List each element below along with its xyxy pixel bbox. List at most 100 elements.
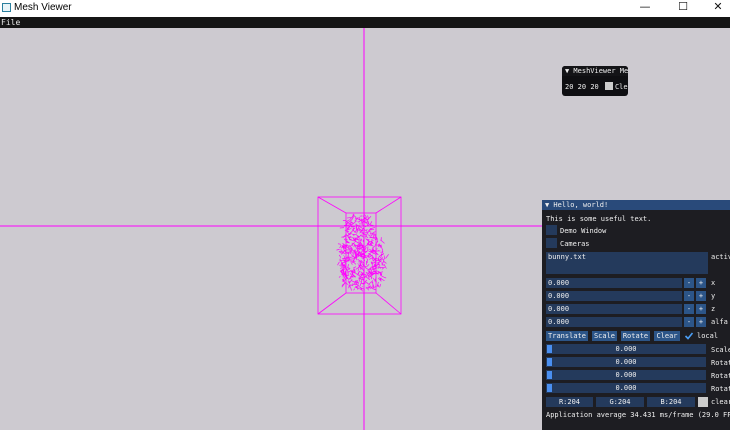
z-label: z [711, 305, 716, 313]
x-input[interactable]: 0.000 [546, 278, 682, 288]
mesh-edge [378, 243, 380, 247]
mesh-edge [380, 245, 383, 250]
scale-slider-label: Scale [711, 346, 730, 354]
menu-bar: File [0, 17, 730, 28]
mesh-edge [360, 271, 363, 274]
mesh-edge [348, 267, 350, 269]
mesh-edge [357, 288, 360, 290]
mesh-edge [377, 266, 381, 268]
color-g-value[interactable]: 20 [578, 83, 586, 91]
close-button[interactable]: ✕ [701, 0, 730, 16]
mesh-edge [352, 261, 357, 265]
alfa-minus-button[interactable]: - [684, 317, 694, 327]
mesh-edge [346, 217, 352, 219]
mesh-edge [360, 238, 362, 242]
rotate-slider-3-label: Rotat [711, 385, 730, 393]
rotate-slider-1[interactable]: 0.000 [546, 357, 706, 367]
demo-window-checkbox[interactable] [546, 225, 557, 235]
y-minus-button[interactable]: - [684, 291, 694, 301]
mesh-edge [368, 234, 371, 237]
window-title: Mesh Viewer [14, 2, 72, 13]
mesh-edge [343, 256, 345, 261]
z-input[interactable]: 0.000 [546, 304, 682, 314]
mesh-edge [372, 235, 375, 240]
x-label: x [711, 279, 716, 287]
mesh-edge [358, 219, 361, 223]
z-minus-button[interactable]: - [684, 304, 694, 314]
rotate-slider-3-value: 0.000 [615, 384, 637, 392]
mesh-edge [339, 244, 342, 249]
mesh-edge [380, 270, 383, 276]
mesh-edge [385, 254, 389, 259]
translate-button[interactable]: Translate [546, 331, 588, 341]
mesh-edge [353, 288, 355, 291]
hello-world-panel: ▼ Hello, world! This is some useful text… [542, 200, 730, 430]
scale-button[interactable]: Scale [592, 331, 617, 341]
mesh-edge [350, 280, 355, 283]
clear-label: Clea [614, 83, 628, 91]
hello-world-panel-title[interactable]: ▼ Hello, world! [542, 200, 730, 210]
color-swatch[interactable] [604, 82, 613, 90]
y-plus-button[interactable]: + [696, 291, 706, 301]
z-plus-button[interactable]: + [696, 304, 706, 314]
rotate-slider-1-label: Rotat [711, 359, 730, 367]
y-label: y [711, 292, 716, 300]
minimize-button[interactable]: — [628, 0, 662, 16]
mesh-edge [369, 221, 373, 225]
file-input[interactable]: bunny.txt [546, 252, 708, 274]
mesh-edge [355, 223, 357, 228]
y-input[interactable]: 0.000 [546, 291, 682, 301]
menu-file[interactable]: File [1, 17, 20, 28]
clear-color-r[interactable]: R:204 [546, 397, 593, 407]
clear-color-row: 20 20 20 Clea [565, 82, 628, 91]
clear-color-swatch[interactable] [698, 397, 708, 407]
alfa-plus-button[interactable]: + [696, 317, 706, 327]
rotate-slider-1-value: 0.000 [615, 358, 637, 366]
mesh-edge [366, 216, 372, 221]
useful-text: This is some useful text. [546, 215, 652, 223]
x-minus-button[interactable]: - [684, 278, 694, 288]
mesh-edge [367, 215, 369, 219]
meshviewer-panel-title[interactable]: ▼ MeshViewer Me [562, 66, 628, 76]
rotate-slider-2-value: 0.000 [615, 371, 637, 379]
local-checkbox[interactable] [684, 331, 694, 341]
mesh-edge [371, 244, 374, 247]
mesh-edge [338, 276, 341, 278]
mesh-edge [368, 230, 372, 233]
cameras-label: Cameras [560, 240, 590, 248]
window-titlebar: Mesh Viewer — ☐ ✕ [0, 0, 730, 17]
maximize-button[interactable]: ☐ [666, 0, 700, 16]
mesh-edge [368, 274, 370, 279]
alfa-label: alfa [711, 318, 728, 326]
mesh-edge [338, 254, 342, 258]
local-label: local [697, 332, 719, 340]
mesh-edge [339, 259, 343, 262]
mesh-edge [364, 281, 368, 284]
mesh-edge [383, 264, 387, 269]
clear-color-b[interactable]: B:204 [647, 397, 695, 407]
mesh-edge [358, 217, 361, 219]
alfa-input[interactable]: 0.000 [546, 317, 682, 327]
mesh-edge [336, 248, 340, 251]
x-plus-button[interactable]: + [696, 278, 706, 288]
rotate-slider-2[interactable]: 0.000 [546, 370, 706, 380]
rotate-button[interactable]: Rotate [621, 331, 650, 341]
color-b-value[interactable]: 20 [590, 83, 598, 91]
mesh-edge [364, 267, 370, 271]
mesh-edge [364, 214, 367, 218]
mesh-edge [351, 283, 354, 285]
mesh-edge [376, 248, 378, 250]
rotate-slider-3[interactable]: 0.000 [546, 383, 706, 393]
mesh-edge [340, 249, 342, 252]
app-icon [2, 3, 11, 12]
mesh-edge [370, 227, 376, 229]
mesh-edge [351, 262, 353, 265]
mesh-edge [337, 261, 340, 266]
cameras-checkbox[interactable] [546, 238, 557, 248]
mesh-edge [349, 286, 352, 291]
mesh-edge [353, 266, 357, 269]
color-r-value[interactable]: 20 [565, 83, 573, 91]
scale-slider[interactable]: 0.000 [546, 344, 706, 354]
clear-button[interactable]: Clear [654, 331, 680, 341]
clear-color-g[interactable]: G:204 [596, 397, 644, 407]
